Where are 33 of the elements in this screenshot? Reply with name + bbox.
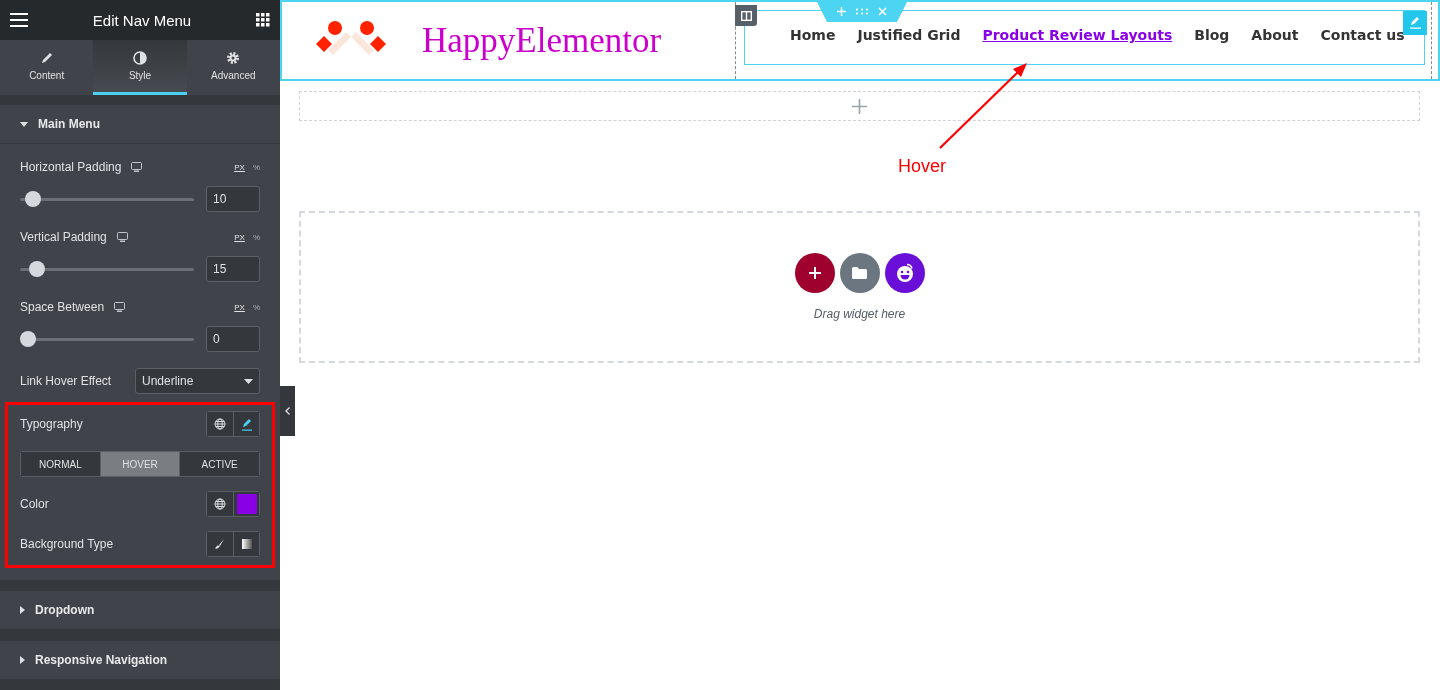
nav-link[interactable]: Blog: [1194, 27, 1230, 43]
control-label: Link Hover Effect: [20, 374, 112, 388]
section-header[interactable]: Main Menu: [0, 105, 280, 144]
drop-hint: Drag widget here: [813, 307, 906, 321]
unit-option[interactable]: PX: [234, 162, 245, 172]
nav-link[interactable]: About: [1251, 27, 1299, 43]
dropdown-select[interactable]: Underline: [135, 368, 260, 394]
control-label: Background Type: [20, 537, 114, 551]
unit-option[interactable]: %: [252, 232, 260, 242]
nav-link[interactable]: Justified Grid: [857, 27, 961, 43]
unit-option[interactable]: PX: [234, 302, 245, 312]
nav-link[interactable]: Home: [790, 27, 836, 43]
nav-link[interactable]: Contact us: [1320, 27, 1405, 43]
site-logo-text[interactable]: HappyElementor: [422, 20, 662, 61]
panel-tab[interactable]: Style: [93, 40, 187, 95]
unit-option[interactable]: %: [252, 162, 260, 172]
control-label: Color: [20, 497, 49, 511]
control-label: Space Between: [20, 300, 105, 314]
control-label: Typography: [20, 417, 83, 431]
annotation-label: Hover: [898, 156, 946, 177]
panel-title: Edit Nav Menu: [92, 11, 192, 29]
state-tab[interactable]: ACTIVE: [179, 452, 259, 476]
section-header[interactable]: Responsive Navigation: [0, 641, 280, 680]
unit-option[interactable]: %: [252, 302, 260, 312]
state-tab[interactable]: NORMAL: [21, 452, 100, 476]
section-header[interactable]: Dropdown: [0, 591, 280, 630]
number-field[interactable]: 15: [206, 256, 260, 282]
unit-option[interactable]: PX: [234, 232, 245, 242]
control-label: Vertical Padding: [20, 230, 107, 244]
control-label: Horizontal Padding: [20, 160, 122, 174]
number-field[interactable]: 10: [206, 186, 260, 212]
nav-link[interactable]: Product Review Layouts: [982, 27, 1173, 43]
number-field[interactable]: 0: [206, 326, 260, 352]
